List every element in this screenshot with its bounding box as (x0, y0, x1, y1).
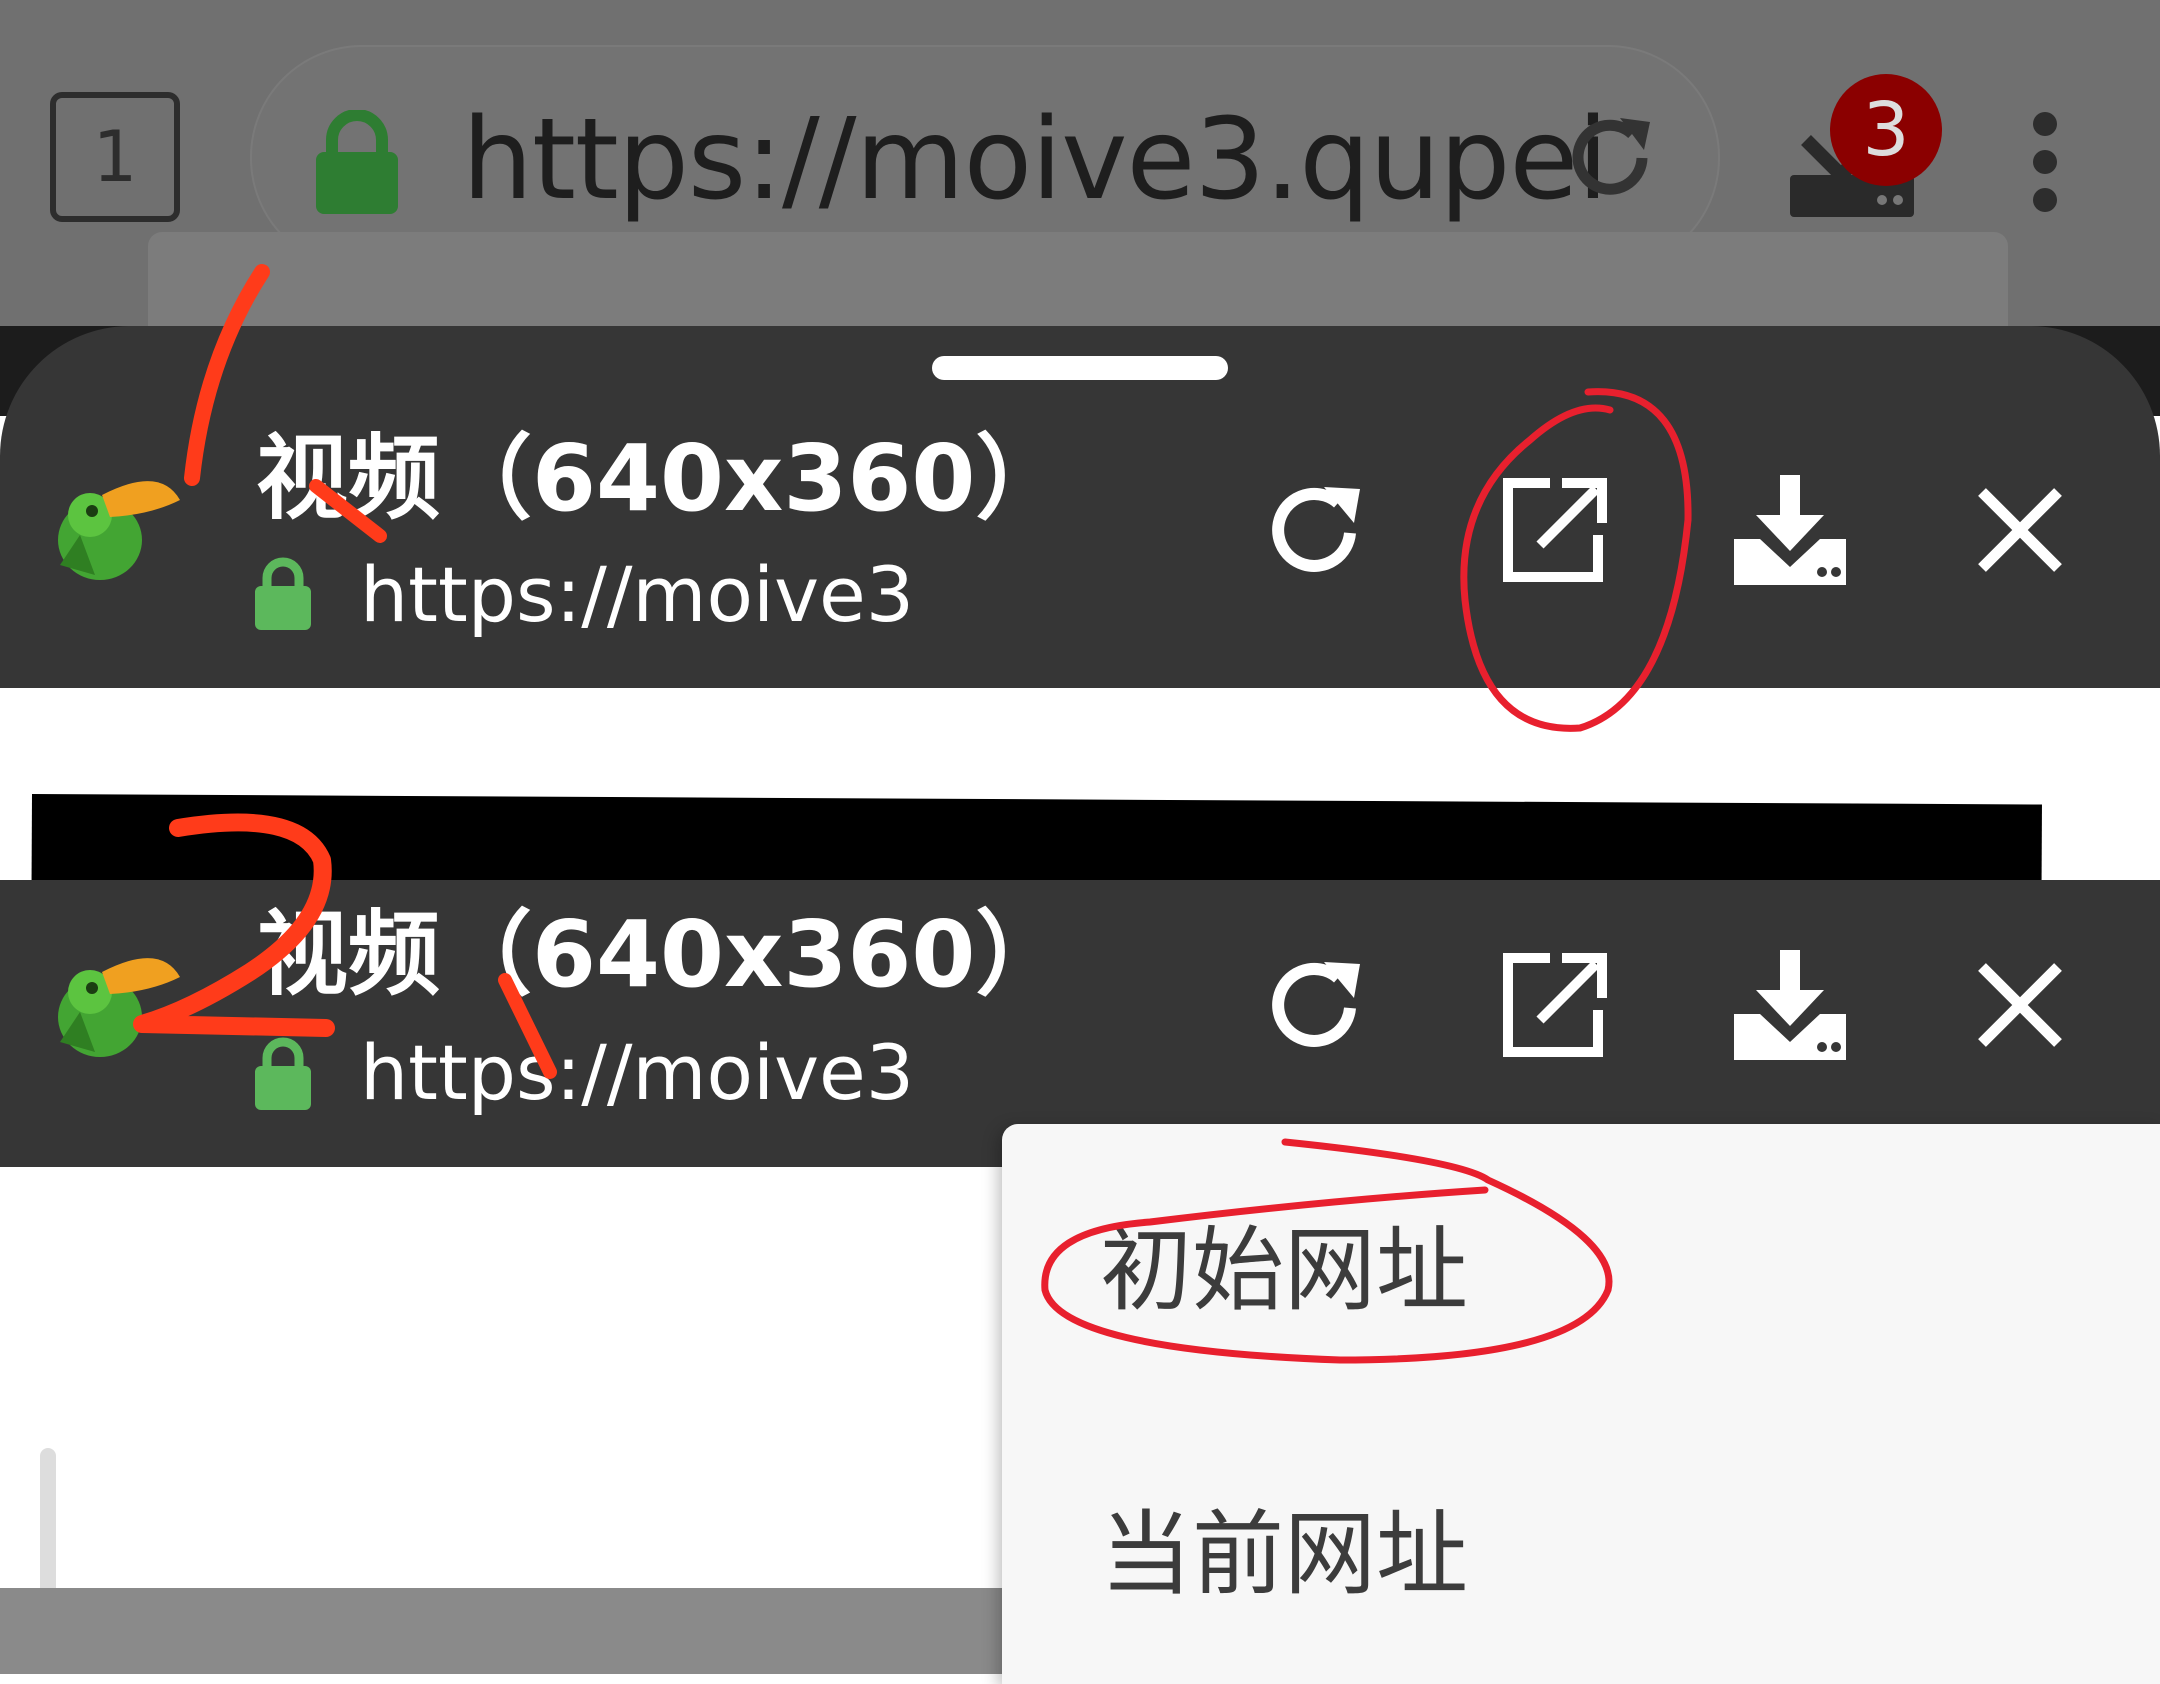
tab-switcher-button[interactable]: 1 (50, 92, 180, 222)
video-url: https://moive3 (360, 550, 915, 639)
video-title: 视频（640x360） (256, 901, 1068, 1008)
open-external-icon[interactable] (1500, 475, 1610, 585)
reload-icon[interactable] (1262, 950, 1372, 1060)
background-card (148, 232, 2008, 330)
video-url: https://moive3 (360, 1028, 915, 1117)
toucan-icon (40, 455, 190, 585)
more-vert-icon[interactable] (2030, 112, 2060, 216)
lock-icon (253, 1036, 313, 1110)
reload-icon[interactable] (1262, 475, 1372, 585)
bottom-bar (0, 1588, 1002, 1674)
lock-icon (253, 556, 313, 630)
download-icon[interactable] (1730, 475, 1846, 585)
download-icon[interactable] (1730, 950, 1846, 1060)
close-icon[interactable] (1970, 955, 2080, 1065)
toucan-icon (40, 932, 190, 1062)
close-icon[interactable] (1970, 480, 2080, 590)
drag-handle[interactable] (932, 356, 1228, 380)
downloads-count-badge: 3 (1830, 74, 1942, 186)
menu-item-current-url[interactable]: 当前网址 (1100, 1500, 1468, 1610)
video-title: 视频（640x360） (256, 425, 1068, 532)
address-url[interactable]: https://moive3.qupei (462, 90, 1608, 230)
menu-item-initial-url[interactable]: 初始网址 (1100, 1216, 1468, 1326)
open-external-icon[interactable] (1500, 950, 1610, 1060)
lock-icon (312, 109, 402, 219)
reload-icon[interactable] (1562, 108, 1662, 212)
